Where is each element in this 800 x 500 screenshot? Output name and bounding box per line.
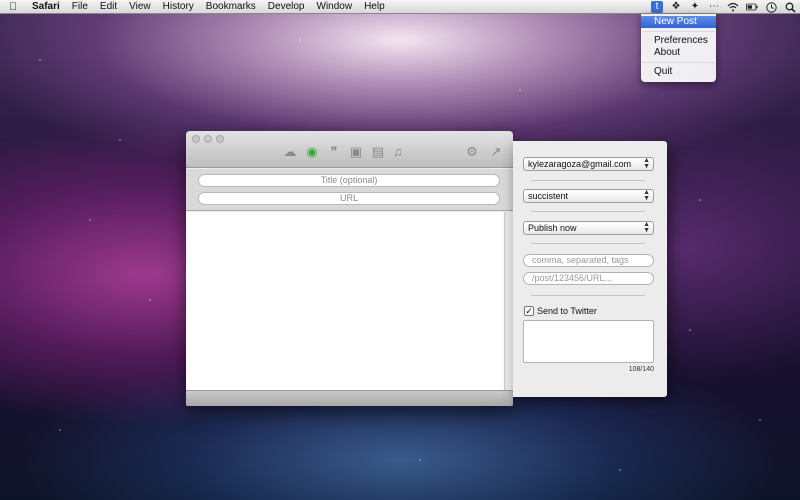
- send-to-twitter-checkbox[interactable]: ✓: [524, 306, 534, 316]
- post-fields: Title (optional) URL: [186, 169, 513, 211]
- custom-url-input[interactable]: /post/123456/URL...: [523, 272, 654, 285]
- menu-help[interactable]: Help: [358, 0, 391, 14]
- blog-value: succistent: [528, 191, 569, 201]
- editor-window: ☁ ◉ ❞ ▣ ▤ ♫ ⚙ ↗ Title (optional) URL: [186, 131, 513, 406]
- tags-input[interactable]: comma, separated, tags: [523, 254, 654, 267]
- menu-window[interactable]: Window: [311, 0, 359, 14]
- divider: [531, 295, 645, 296]
- divider: [531, 243, 645, 244]
- chat-post-icon[interactable]: ▤: [370, 144, 386, 160]
- tweet-text-area[interactable]: [523, 320, 654, 363]
- menu-bookmarks[interactable]: Bookmarks: [200, 0, 262, 14]
- zoom-button[interactable]: [216, 135, 224, 143]
- window-bottom-bar: [186, 390, 513, 406]
- share-icon[interactable]: ↗: [488, 144, 504, 160]
- wifi-icon[interactable]: [727, 1, 739, 13]
- status-menu: New Post Preferences About Quit: [641, 14, 716, 82]
- apple-icon[interactable]: : [0, 1, 26, 13]
- publish-option-select[interactable]: Publish now ▲ ▼: [523, 221, 654, 235]
- spotlight-icon[interactable]: [784, 1, 796, 13]
- divider: [531, 180, 645, 181]
- post-body-editor[interactable]: [186, 212, 504, 390]
- clock-icon[interactable]: [765, 1, 777, 13]
- ellipsis-icon[interactable]: ⋯: [708, 1, 720, 13]
- select-arrows-icon: ▲ ▼: [643, 189, 650, 202]
- account-value: kylezaragoza@gmail.com: [528, 159, 632, 169]
- menu-history[interactable]: History: [157, 0, 200, 14]
- character-counter: 108/140: [628, 366, 654, 373]
- minimize-button[interactable]: [204, 135, 212, 143]
- menu-separator: [642, 62, 715, 63]
- dropbox-icon[interactable]: ❖: [670, 1, 682, 13]
- settings-icon[interactable]: ⚙: [464, 144, 480, 160]
- send-to-twitter-label[interactable]: Send to Twitter: [537, 306, 597, 317]
- status-area: t ❖ ✦ ⋯: [651, 0, 796, 14]
- menu-item-new-post[interactable]: New Post: [641, 16, 716, 28]
- quote-post-icon[interactable]: ❞: [326, 144, 342, 160]
- close-button[interactable]: [192, 135, 200, 143]
- account-select[interactable]: kylezaragoza@gmail.com ▲ ▼: [523, 157, 654, 171]
- publish-panel: kylezaragoza@gmail.com ▲ ▼ succistent ▲ ▼ …: [513, 141, 667, 397]
- menu-item-quit[interactable]: Quit: [641, 66, 716, 78]
- blog-select[interactable]: succistent ▲ ▼: [523, 189, 654, 203]
- text-post-icon[interactable]: ☁: [282, 144, 298, 160]
- menu-view[interactable]: View: [123, 0, 157, 14]
- select-arrows-icon: ▲ ▼: [643, 157, 650, 170]
- photo-post-icon[interactable]: ◉: [304, 144, 320, 160]
- url-input[interactable]: URL: [198, 192, 500, 205]
- divider: [531, 211, 645, 212]
- menu-separator: [642, 31, 715, 32]
- twitter-icon[interactable]: ✦: [689, 1, 701, 13]
- vertical-scrollbar[interactable]: [504, 212, 513, 390]
- link-post-icon[interactable]: ▣: [348, 144, 364, 160]
- tumblr-icon[interactable]: t: [651, 1, 663, 13]
- audio-post-icon[interactable]: ♫: [390, 144, 406, 160]
- menu-item-preferences[interactable]: Preferences: [641, 35, 716, 47]
- menu-develop[interactable]: Develop: [262, 0, 311, 14]
- menu-edit[interactable]: Edit: [94, 0, 123, 14]
- menu-item-about[interactable]: About: [641, 47, 716, 59]
- menu-file[interactable]: File: [66, 0, 94, 14]
- select-arrows-icon: ▲ ▼: [643, 221, 650, 234]
- window-toolbar: ☁ ◉ ❞ ▣ ▤ ♫ ⚙ ↗: [186, 131, 513, 168]
- battery-icon[interactable]: [746, 1, 758, 13]
- menu-safari[interactable]: Safari: [26, 0, 66, 14]
- title-input[interactable]: Title (optional): [198, 174, 500, 187]
- publish-option-value: Publish now: [528, 223, 577, 233]
- menu-bar:  Safari File Edit View History Bookmark…: [0, 0, 800, 14]
